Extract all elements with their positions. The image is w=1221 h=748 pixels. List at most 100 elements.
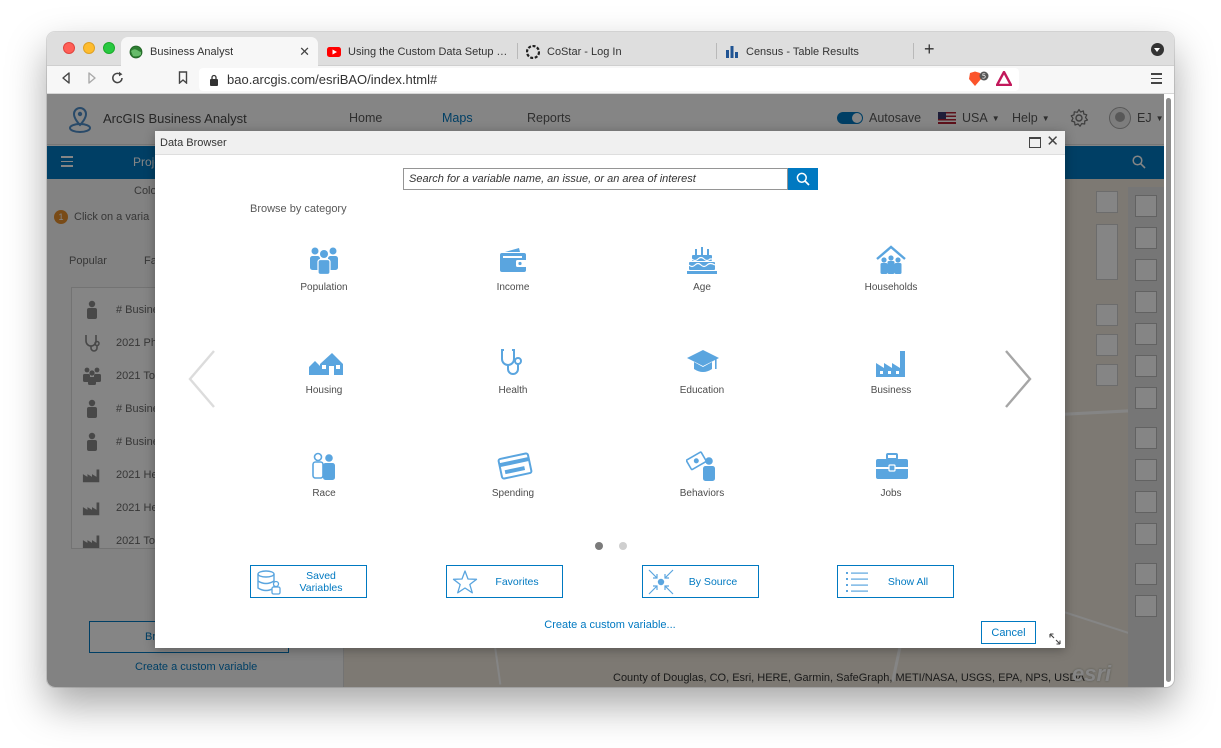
search-field[interactable] xyxy=(403,168,788,190)
by-source-button[interactable]: By Source xyxy=(642,565,759,598)
button-label: Show All xyxy=(887,575,929,588)
household-icon xyxy=(875,244,907,276)
page-indicator xyxy=(595,542,643,550)
favorites-button[interactable]: Favorites xyxy=(446,565,563,598)
tab-title: Using the Custom Data Setup Tool i xyxy=(348,45,509,58)
tab-title: CoStar - Log In xyxy=(547,45,622,58)
brave-rewards-icon[interactable] xyxy=(995,70,1013,91)
costar-icon xyxy=(526,44,540,59)
tab-separator xyxy=(913,43,914,59)
by-source-icon xyxy=(646,568,676,596)
bar-chart-icon xyxy=(725,45,739,59)
credit-card-icon xyxy=(497,450,533,482)
youtube-icon xyxy=(327,45,341,59)
url-bar[interactable]: bao.arcgis.com/esriBAO/index.html# xyxy=(199,68,1019,91)
browser-window: Business Analyst ✕ Using the Custom Data… xyxy=(47,32,1174,687)
briefcase-icon xyxy=(875,450,908,482)
category-behaviors[interactable]: Behaviors xyxy=(632,450,772,514)
category-households[interactable]: Households xyxy=(821,244,961,308)
category-race[interactable]: Race xyxy=(254,450,394,514)
close-icon[interactable]: ✕ xyxy=(1046,134,1059,150)
page-dot-2[interactable] xyxy=(619,542,627,550)
tab-menu-icon[interactable] xyxy=(1151,43,1164,56)
minimize-window-button[interactable] xyxy=(83,42,95,54)
category-age[interactable]: Age xyxy=(632,244,772,308)
previous-page-arrow[interactable] xyxy=(187,349,217,414)
category-label: Education xyxy=(679,385,725,396)
category-label: Behaviors xyxy=(679,488,725,499)
tab-custom-data-setup[interactable]: Using the Custom Data Setup Tool i xyxy=(319,37,517,66)
back-icon[interactable] xyxy=(61,71,71,88)
category-education[interactable]: Education xyxy=(632,347,772,411)
race-icon xyxy=(308,450,340,482)
close-window-button[interactable] xyxy=(63,42,75,54)
tab-bar: Business Analyst ✕ Using the Custom Data… xyxy=(47,32,1174,66)
category-label: Housing xyxy=(305,385,343,396)
list-icon xyxy=(841,568,871,596)
button-label: By Source xyxy=(688,575,738,588)
dialog-header: Data Browser ✕ xyxy=(155,131,1065,155)
bookmark-icon[interactable] xyxy=(178,71,188,87)
category-jobs[interactable]: Jobs xyxy=(821,450,961,514)
browse-by-category-label: Browse by category xyxy=(250,203,347,215)
search-icon xyxy=(796,172,810,186)
saved-variables-icon xyxy=(254,568,284,596)
dialog-title: Data Browser xyxy=(160,137,227,149)
address-bar-row: bao.arcgis.com/esriBAO/index.html# 5 xyxy=(47,66,1174,94)
url-text: bao.arcgis.com/esriBAO/index.html# xyxy=(227,72,438,87)
birthday-cake-icon xyxy=(686,244,718,276)
cancel-button[interactable]: Cancel xyxy=(981,621,1036,644)
category-population[interactable]: Population xyxy=(254,244,394,308)
data-browser-dialog: Data Browser ✕ Browse by category Popula… xyxy=(155,131,1065,648)
population-icon xyxy=(308,244,340,276)
browser-menu-icon[interactable] xyxy=(1151,73,1162,87)
behaviors-icon xyxy=(685,450,718,482)
category-income[interactable]: Income xyxy=(443,244,583,308)
maximize-icon[interactable] xyxy=(1029,137,1041,148)
housing-icon xyxy=(308,347,343,379)
brave-shield-icon[interactable]: 5 xyxy=(968,71,990,93)
category-label: Population xyxy=(300,282,348,293)
category-spending[interactable]: Spending xyxy=(443,450,583,514)
shield-count: 5 xyxy=(982,72,986,80)
graduation-cap-icon xyxy=(686,347,719,379)
star-icon xyxy=(450,568,480,596)
tab-business-analyst[interactable]: Business Analyst ✕ xyxy=(121,37,318,66)
globe-icon xyxy=(129,45,143,59)
category-label: Spending xyxy=(491,488,535,499)
maximize-window-button[interactable] xyxy=(103,42,115,54)
forward-icon[interactable] xyxy=(87,71,97,88)
category-label: Race xyxy=(312,488,336,499)
category-business[interactable]: Business xyxy=(821,347,961,411)
tab-census[interactable]: Census - Table Results xyxy=(717,37,913,66)
show-all-button[interactable]: Show All xyxy=(837,565,954,598)
category-label: Jobs xyxy=(880,488,902,499)
category-label: Age xyxy=(693,282,711,293)
stethoscope-icon xyxy=(497,347,529,379)
resize-icon[interactable] xyxy=(1048,632,1062,651)
new-tab-button[interactable]: + xyxy=(924,40,935,58)
tab-title: Census - Table Results xyxy=(746,45,859,58)
category-label: Health xyxy=(498,385,528,396)
category-housing[interactable]: Housing xyxy=(254,347,394,411)
search-input[interactable] xyxy=(404,169,787,189)
category-health[interactable]: Health xyxy=(443,347,583,411)
close-tab-icon[interactable]: ✕ xyxy=(293,44,310,60)
search-button[interactable] xyxy=(788,168,818,190)
page-dot-1[interactable] xyxy=(595,542,603,550)
category-label: Income xyxy=(496,282,530,293)
wallet-icon xyxy=(497,244,529,276)
page-scrollbar[interactable] xyxy=(1165,94,1172,682)
tab-costar[interactable]: CoStar - Log In xyxy=(518,37,716,66)
category-label: Business xyxy=(870,385,912,396)
factory-icon xyxy=(875,347,907,379)
lock-icon xyxy=(209,74,219,86)
reload-icon[interactable] xyxy=(111,71,124,88)
button-label: Favorites xyxy=(495,575,539,588)
category-label: Households xyxy=(864,282,918,293)
create-custom-variable-link[interactable]: Create a custom variable... xyxy=(155,619,1065,631)
saved-variables-button[interactable]: Saved Variables xyxy=(250,565,367,598)
button-label: Saved Variables xyxy=(299,569,343,594)
next-page-arrow[interactable] xyxy=(1003,349,1033,414)
tab-title: Business Analyst xyxy=(150,45,234,58)
